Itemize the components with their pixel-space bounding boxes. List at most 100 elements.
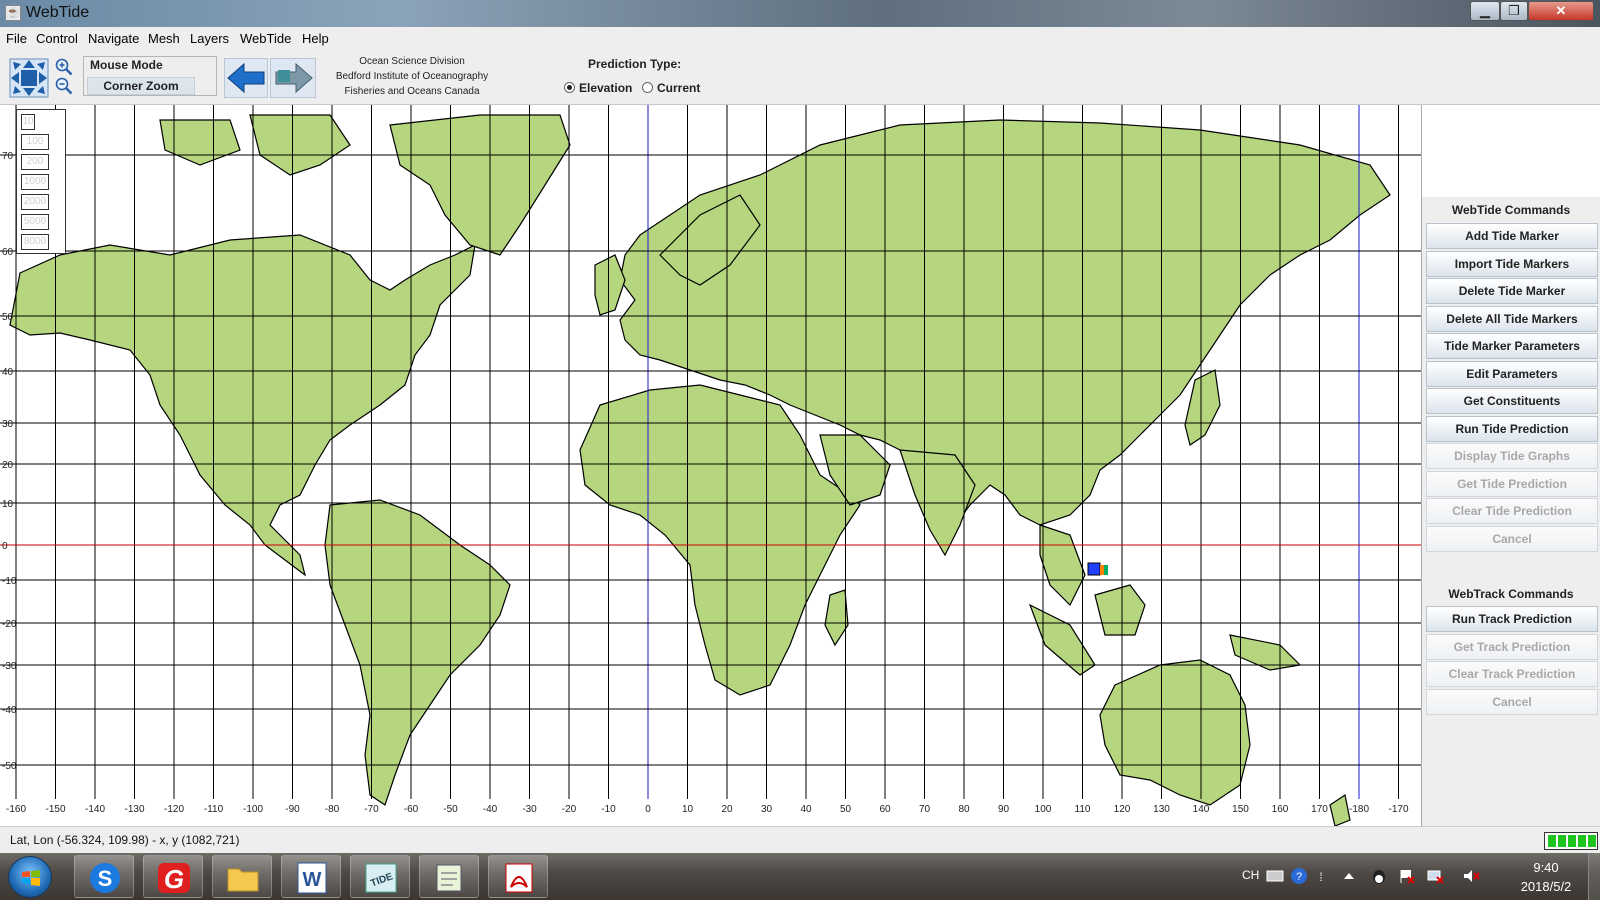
latitude-label: 20 <box>2 460 14 471</box>
taskbar-pdf[interactable] <box>488 855 548 898</box>
svg-text:G: G <box>164 864 184 894</box>
ime-options-icon[interactable]: ⁞ <box>1312 867 1330 885</box>
org-line: Ocean Science Division <box>359 56 465 67</box>
svg-text:?: ? <box>1296 871 1302 883</box>
longitude-label: -110 <box>204 804 224 815</box>
elevation-label: Elevation <box>579 81 633 95</box>
mouse-mode-label: Mouse Mode <box>90 58 163 72</box>
webtide-button-delete-all-tide-markers[interactable]: Delete All Tide Markers <box>1426 305 1598 332</box>
latitude-label: 40 <box>2 367 14 378</box>
g-app-icon: G <box>158 863 190 894</box>
longitude-label: -150 <box>45 804 65 815</box>
taskbar-g-app[interactable]: G <box>143 855 203 898</box>
current-radio[interactable]: Current <box>642 81 700 95</box>
longitude-label: -130 <box>124 804 144 815</box>
webtide-button-get-tide-prediction[interactable]: Get Tide Prediction <box>1426 470 1598 497</box>
taskbar-word[interactable]: W <box>281 855 341 898</box>
help-icon[interactable]: ? <box>1290 867 1308 885</box>
webtide-button-delete-tide-marker[interactable]: Delete Tide Marker <box>1426 278 1598 304</box>
webtide-button-clear-tide-prediction[interactable]: Clear Tide Prediction <box>1426 498 1598 524</box>
longitude-label: -80 <box>325 804 340 815</box>
taskbar-webtide[interactable]: TIDE <box>350 855 410 898</box>
forward-arrow-icon[interactable] <box>270 58 316 98</box>
webtide-button-get-constituents[interactable]: Get Constituents <box>1426 388 1598 414</box>
taskbar-notepad[interactable] <box>419 855 479 898</box>
latitude-label: -20 <box>2 619 17 630</box>
action-center-flag-icon[interactable] <box>1398 867 1416 885</box>
longitude-label: 130 <box>1153 804 1170 815</box>
depth-legend-box: 8000 <box>21 234 49 250</box>
longitude-label: -30 <box>522 804 537 815</box>
webtide-button-tide-marker-parameters[interactable]: Tide Marker Parameters <box>1426 333 1598 359</box>
longitude-label: -20 <box>562 804 577 815</box>
elevation-radio[interactable]: Elevation <box>564 81 632 95</box>
webtrack-commands-title: WebTrack Commands <box>1448 587 1574 601</box>
menu-navigate[interactable]: Navigate <box>88 31 139 46</box>
prediction-type-label: Prediction Type: <box>588 57 682 71</box>
longitude-label: 0 <box>645 804 651 815</box>
maximize-button[interactable]: ❐ <box>1500 1 1528 21</box>
taskbar-explorer[interactable] <box>212 855 272 898</box>
longitude-label: 110 <box>1075 804 1091 815</box>
zoom-out-icon[interactable] <box>55 77 73 95</box>
menu-file[interactable]: File <box>6 31 27 46</box>
latitude-label: -30 <box>2 661 17 672</box>
show-hidden-icons-icon[interactable] <box>1340 867 1358 885</box>
webtide-button-display-tide-graphs[interactable]: Display Tide Graphs <box>1426 443 1598 469</box>
japan <box>1184 369 1221 446</box>
south-america <box>324 499 511 806</box>
depth-legend-box: 100 <box>21 134 49 150</box>
map-canvas[interactable]: -160 -150 -140 -130 -120 -110 -100 -90 -80 -70 -60… <box>0 105 1422 826</box>
svg-text:W: W <box>303 869 322 891</box>
webtide-button-add-tide-marker[interactable]: Add Tide Marker <box>1426 223 1598 249</box>
cursor-coordinates: Lat, Lon (-56.324, 109.98) - x, y (1082,… <box>10 833 240 847</box>
webtide-button-cancel[interactable]: Cancel <box>1426 525 1598 552</box>
webtide-button-edit-parameters[interactable]: Edit Parameters <box>1426 360 1598 387</box>
longitude-label: 10 <box>682 804 694 815</box>
panel-blank-area <box>1422 105 1600 197</box>
tide-app-icon: TIDE <box>365 863 397 893</box>
menu-webtide[interactable]: WebTide <box>240 31 291 46</box>
close-button[interactable]: ✕ <box>1528 1 1594 21</box>
menu-control[interactable]: Control <box>36 31 78 46</box>
language-indicator[interactable]: CH <box>1242 868 1259 882</box>
webtide-button-run-tide-prediction[interactable]: Run Tide Prediction <box>1426 415 1598 442</box>
world-map[interactable]: -160 -150 -140 -130 -120 -110 -100 -90 -80 -70 -60… <box>0 105 1422 826</box>
memory-indicator <box>1544 832 1598 850</box>
taskbar-sogou[interactable]: S <box>74 855 134 898</box>
africa <box>579 384 861 696</box>
webtrack-button-run-track-prediction[interactable]: Run Track Prediction <box>1426 606 1598 632</box>
longitude-label: -50 <box>443 804 458 815</box>
webtrack-button-cancel[interactable]: Cancel <box>1426 688 1598 715</box>
webtide-commands-title: WebTide Commands <box>1451 203 1571 217</box>
keyboard-icon[interactable] <box>1266 867 1284 885</box>
webtrack-button-get-track-prediction[interactable]: Get Track Prediction <box>1426 633 1598 660</box>
minimize-button[interactable]: ▁ <box>1470 1 1500 21</box>
menu-help[interactable]: Help <box>302 31 329 46</box>
menu-mesh[interactable]: Mesh <box>148 31 180 46</box>
organization-info: Ocean Science Division Bedford Institute… <box>322 54 502 99</box>
longitude-label: 50 <box>840 804 852 815</box>
longitude-label: -180 <box>1349 804 1369 815</box>
windows-taskbar: S G W TIDE CH ? ⁞ 9:40 2018/5/2 <box>0 853 1600 900</box>
network-icon[interactable] <box>1426 867 1444 885</box>
longitude-label: 60 <box>879 804 891 815</box>
show-desktop-button[interactable] <box>1588 853 1600 900</box>
webtrack-button-clear-track-prediction[interactable]: Clear Track Prediction <box>1426 661 1598 687</box>
back-arrow-icon[interactable] <box>224 58 268 98</box>
clock[interactable]: 9:40 2018/5/2 <box>1506 858 1586 896</box>
volume-muted-icon[interactable] <box>1462 867 1480 885</box>
longitude-label: 30 <box>761 804 773 815</box>
zoom-in-icon[interactable] <box>55 58 73 76</box>
longitude-label: -170 <box>1388 804 1408 815</box>
qq-penguin-icon[interactable] <box>1370 867 1388 885</box>
webtide-button-import-tide-markers[interactable]: Import Tide Markers <box>1426 250 1598 277</box>
mouse-mode-button[interactable]: Corner Zoom <box>87 77 195 95</box>
menu-layers[interactable]: Layers <box>190 31 229 46</box>
pan-icon[interactable] <box>9 58 49 98</box>
status-bar: Lat, Lon (-56.324, 109.98) - x, y (1082,… <box>0 826 1600 853</box>
start-button[interactable] <box>8 856 52 898</box>
latitude-label: 60 <box>2 247 14 258</box>
menu-bar: File Control Navigate Mesh Layers WebTid… <box>0 27 1600 50</box>
tide-marker[interactable] <box>1087 562 1108 576</box>
